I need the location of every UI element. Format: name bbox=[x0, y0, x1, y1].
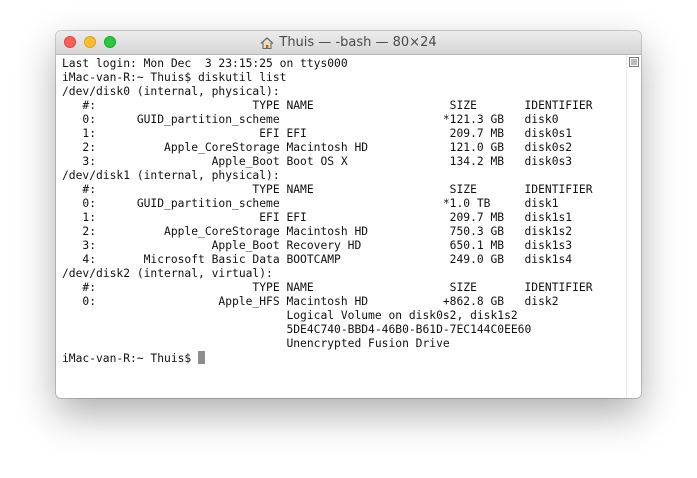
terminal-line: 0: Apple_HFS Macintosh HD +862.8 GB disk… bbox=[62, 295, 559, 308]
window-title-area: Thuis — -bash — 80×24 bbox=[56, 31, 641, 54]
terminal-line: #: TYPE NAME SIZE IDENTIFIER bbox=[62, 99, 593, 112]
terminal-line: #: TYPE NAME SIZE IDENTIFIER bbox=[62, 183, 593, 196]
split-view-icon[interactable] bbox=[629, 57, 639, 67]
text-cursor bbox=[198, 351, 206, 364]
window-title: Thuis — -bash — 80×24 bbox=[279, 35, 437, 50]
terminal-line: 2: Apple_CoreStorage Macintosh HD 750.3 … bbox=[62, 225, 573, 238]
terminal-line: /dev/disk1 (internal, physical): bbox=[62, 169, 280, 182]
terminal-line: /dev/disk0 (internal, physical): bbox=[62, 85, 280, 98]
terminal-line: /dev/disk2 (internal, virtual): bbox=[62, 267, 273, 280]
terminal-output[interactable]: Last login: Mon Dec 3 23:15:25 on ttys00… bbox=[56, 55, 627, 398]
home-icon bbox=[260, 36, 274, 49]
terminal-line: Last login: Mon Dec 3 23:15:25 on ttys00… bbox=[62, 57, 348, 70]
terminal-line: Unencrypted Fusion Drive bbox=[62, 337, 450, 350]
terminal-line: 3: Apple_Boot Recovery HD 650.1 MB disk1… bbox=[62, 239, 573, 252]
terminal-line: 0: GUID_partition_scheme *121.3 GB disk0 bbox=[62, 113, 559, 126]
scrollbar[interactable] bbox=[626, 55, 641, 398]
prompt: iMac-van-R:~ Thuis$ bbox=[62, 352, 199, 365]
prompt-line[interactable]: iMac-van-R:~ Thuis$ bbox=[62, 351, 627, 365]
terminal-line: iMac-van-R:~ Thuis$ diskutil list bbox=[62, 71, 287, 84]
terminal-line: 3: Apple_Boot Boot OS X 134.2 MB disk0s3 bbox=[62, 155, 573, 168]
terminal-line: 2: Apple_CoreStorage Macintosh HD 121.0 … bbox=[62, 141, 573, 154]
terminal-line: 4: Microsoft Basic Data BOOTCAMP 249.0 G… bbox=[62, 253, 573, 266]
terminal-line: 1: EFI EFI 209.7 MB disk0s1 bbox=[62, 127, 573, 140]
title-bar[interactable]: Thuis — -bash — 80×24 bbox=[56, 31, 641, 55]
terminal-line: #: TYPE NAME SIZE IDENTIFIER bbox=[62, 281, 593, 294]
terminal-line: 0: GUID_partition_scheme *1.0 TB disk1 bbox=[62, 197, 559, 210]
terminal-line: 1: EFI EFI 209.7 MB disk1s1 bbox=[62, 211, 573, 224]
terminal-line: 5DE4C740-BBD4-46B0-B61D-7EC144C0EE60 bbox=[62, 323, 532, 336]
terminal-window: Thuis — -bash — 80×24 Last login: Mon De… bbox=[56, 31, 641, 398]
terminal-line: Logical Volume on disk0s2, disk1s2 bbox=[62, 309, 518, 322]
